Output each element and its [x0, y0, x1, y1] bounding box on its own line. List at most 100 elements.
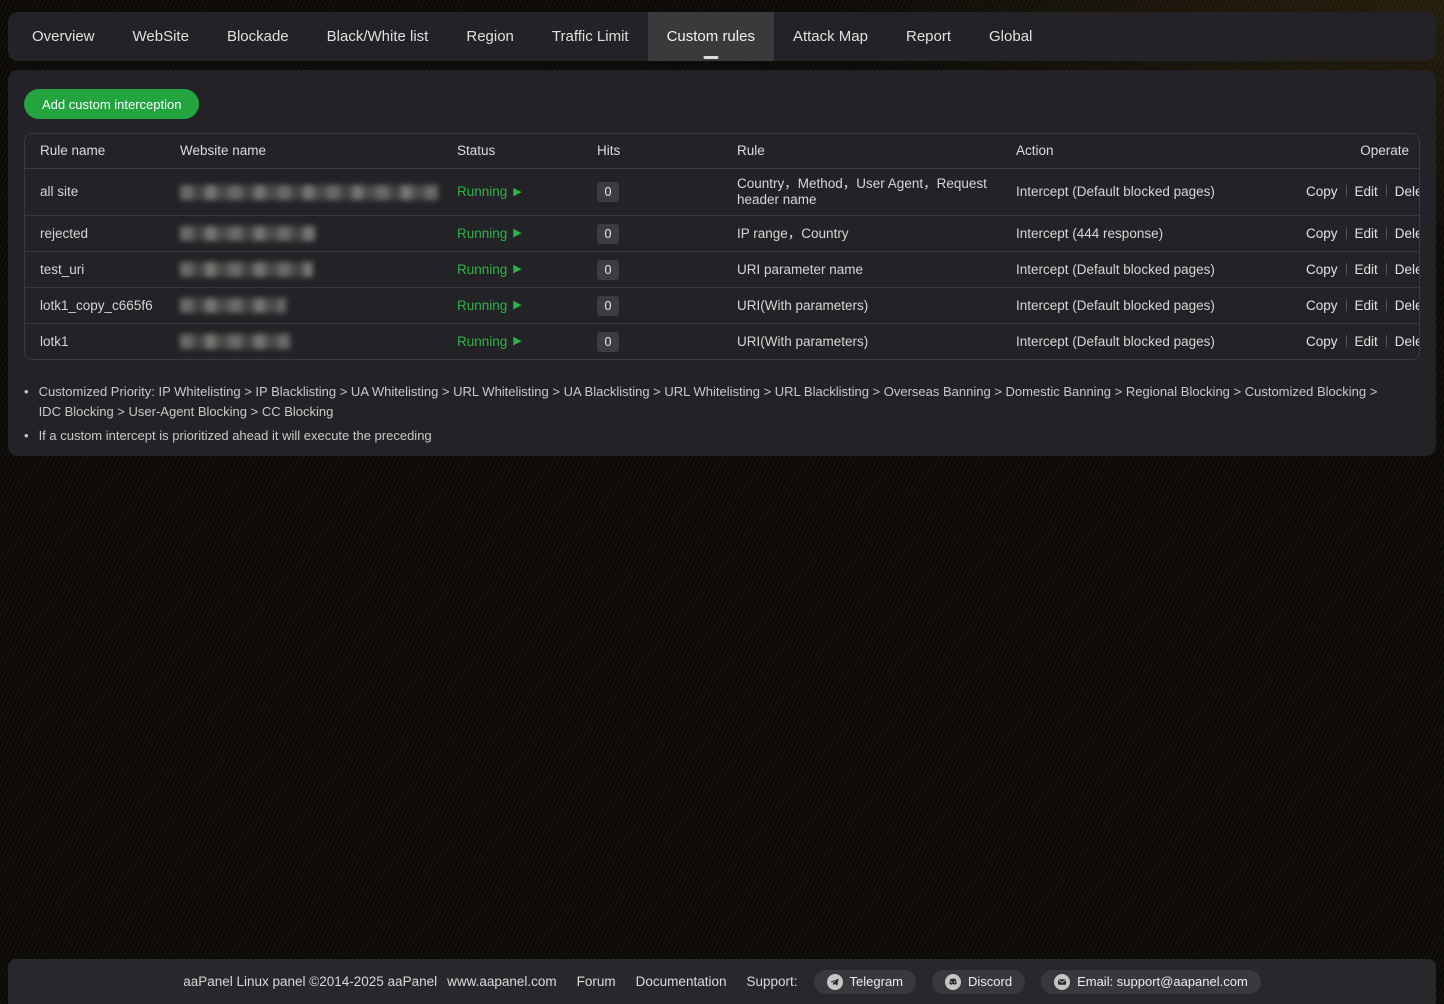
- status-cell: Running▶: [449, 179, 589, 205]
- header-rule: Rule: [729, 138, 1008, 164]
- hits-badge: 0: [597, 296, 619, 316]
- website-name-redacted: [180, 226, 316, 241]
- operate-divider: [1346, 335, 1347, 347]
- operate-divider: [1386, 263, 1387, 275]
- tab-global[interactable]: Global: [970, 12, 1051, 61]
- active-tab-indicator: [703, 56, 718, 59]
- play-icon: ▶: [513, 336, 521, 347]
- status-cell: Running▶: [449, 221, 589, 247]
- website-name-cell: [172, 293, 449, 318]
- rule-cell: IP range，Country: [729, 221, 1008, 247]
- status-running-toggle[interactable]: Running ▶: [457, 298, 522, 314]
- tab-blockade[interactable]: Blockade: [208, 12, 308, 61]
- bullet-icon: •: [24, 426, 29, 446]
- footer-link-forum[interactable]: Forum: [577, 974, 616, 989]
- pill-label: Email: support@aapanel.com: [1077, 974, 1248, 989]
- footer-links: www.aapanel.com Forum Documentation: [447, 974, 726, 989]
- email-pill[interactable]: Email: support@aapanel.com: [1041, 970, 1261, 994]
- website-name-cell: [172, 221, 449, 246]
- tab-attack-map[interactable]: Attack Map: [774, 12, 887, 61]
- edit-link[interactable]: Edit: [1355, 226, 1378, 241]
- header-status: Status: [449, 138, 589, 164]
- status-label: Running: [457, 262, 507, 278]
- tab-custom-rules[interactable]: Custom rules: [648, 12, 774, 61]
- delete-link[interactable]: Delete: [1395, 262, 1420, 277]
- hits-cell: 0: [589, 327, 729, 357]
- operate-divider: [1386, 185, 1387, 197]
- operate-divider: [1346, 227, 1347, 239]
- action-cell: Intercept (Default blocked pages): [1008, 329, 1298, 355]
- operate-divider: [1346, 185, 1347, 197]
- top-nav: Overview WebSite Blockade Black/White list R…: [8, 12, 1436, 61]
- hits-cell: 0: [589, 291, 729, 321]
- rule-cell: URI parameter name: [729, 257, 1008, 283]
- note-text: Customized Priority: IP Whitelisting > I…: [39, 382, 1388, 422]
- tab-traffic-limit[interactable]: Traffic Limit: [533, 12, 648, 61]
- bullet-icon: •: [24, 382, 29, 422]
- status-label: Running: [457, 334, 507, 350]
- website-name-cell: [172, 329, 449, 354]
- action-cell: Intercept (Default blocked pages): [1008, 257, 1298, 283]
- tab-label: Black/White list: [327, 28, 429, 45]
- pill-label: Discord: [968, 974, 1012, 989]
- delete-link[interactable]: Delete: [1395, 334, 1420, 349]
- copy-link[interactable]: Copy: [1306, 334, 1338, 349]
- tab-region[interactable]: Region: [447, 12, 533, 61]
- tab-label: Overview: [32, 28, 95, 45]
- website-name-redacted: [180, 262, 313, 277]
- website-name-cell: [172, 257, 449, 282]
- add-custom-interception-button[interactable]: Add custom interception: [24, 89, 199, 119]
- rule-cell: URI(With parameters): [729, 293, 1008, 319]
- website-name-cell: [172, 180, 449, 205]
- table-row: lotk1_copy_c665f6Running▶0URI(With param…: [25, 287, 1419, 323]
- tab-black-white-list[interactable]: Black/White list: [308, 12, 448, 61]
- status-running-toggle[interactable]: Running ▶: [457, 334, 522, 350]
- status-label: Running: [457, 298, 507, 314]
- discord-pill[interactable]: Discord: [932, 970, 1025, 994]
- footer-bar: aaPanel Linux panel ©2014-2025 aaPanel w…: [8, 959, 1436, 1004]
- footer-link-www-aapanel-com[interactable]: www.aapanel.com: [447, 974, 557, 989]
- tab-overview[interactable]: Overview: [13, 12, 114, 61]
- edit-link[interactable]: Edit: [1355, 184, 1378, 199]
- website-name-redacted: [180, 334, 290, 349]
- table-body: all siteRunning▶0Country，Method，User Age…: [25, 169, 1419, 359]
- action-cell: Intercept (Default blocked pages): [1008, 179, 1298, 205]
- delete-link[interactable]: Delete: [1395, 226, 1420, 241]
- delete-link[interactable]: Delete: [1395, 184, 1420, 199]
- operate-divider: [1346, 263, 1347, 275]
- header-action: Action: [1008, 138, 1298, 164]
- copy-link[interactable]: Copy: [1306, 226, 1338, 241]
- operate-divider: [1386, 227, 1387, 239]
- operate-divider: [1386, 335, 1387, 347]
- copy-link[interactable]: Copy: [1306, 184, 1338, 199]
- operate-divider: [1346, 299, 1347, 311]
- action-cell: Intercept (444 response): [1008, 221, 1298, 247]
- edit-link[interactable]: Edit: [1355, 298, 1378, 313]
- operate-cell: Copy Edit Delete: [1298, 257, 1420, 283]
- tab-label: Region: [466, 28, 514, 45]
- status-running-toggle[interactable]: Running▶: [457, 184, 522, 200]
- operate-cell: Copy Edit Delete: [1298, 179, 1420, 205]
- status-running-toggle[interactable]: Running▶: [457, 226, 522, 242]
- tab-label: Report: [906, 28, 951, 45]
- table-row: rejectedRunning▶0IP range，CountryInterce…: [25, 215, 1419, 251]
- copy-link[interactable]: Copy: [1306, 262, 1338, 277]
- edit-link[interactable]: Edit: [1355, 334, 1378, 349]
- telegram-pill[interactable]: Telegram: [814, 970, 916, 994]
- tab-label: Blockade: [227, 28, 289, 45]
- status-running-toggle[interactable]: Running▶: [457, 262, 522, 278]
- action-cell: Intercept (Default blocked pages): [1008, 293, 1298, 319]
- footer-copyright: aaPanel Linux panel ©2014-2025 aaPanel: [183, 974, 437, 989]
- tab-website[interactable]: WebSite: [114, 12, 208, 61]
- play-icon: ▶: [513, 300, 521, 311]
- copy-link[interactable]: Copy: [1306, 298, 1338, 313]
- header-website-name: Website name: [172, 138, 449, 164]
- footer-link-documentation[interactable]: Documentation: [636, 974, 727, 989]
- website-name-redacted: [180, 298, 286, 313]
- play-icon: ▶: [513, 187, 521, 198]
- edit-link[interactable]: Edit: [1355, 262, 1378, 277]
- tab-label: Attack Map: [793, 28, 868, 45]
- tab-report[interactable]: Report: [887, 12, 970, 61]
- header-rule-name: Rule name: [32, 138, 172, 164]
- delete-link[interactable]: Delete: [1395, 298, 1420, 313]
